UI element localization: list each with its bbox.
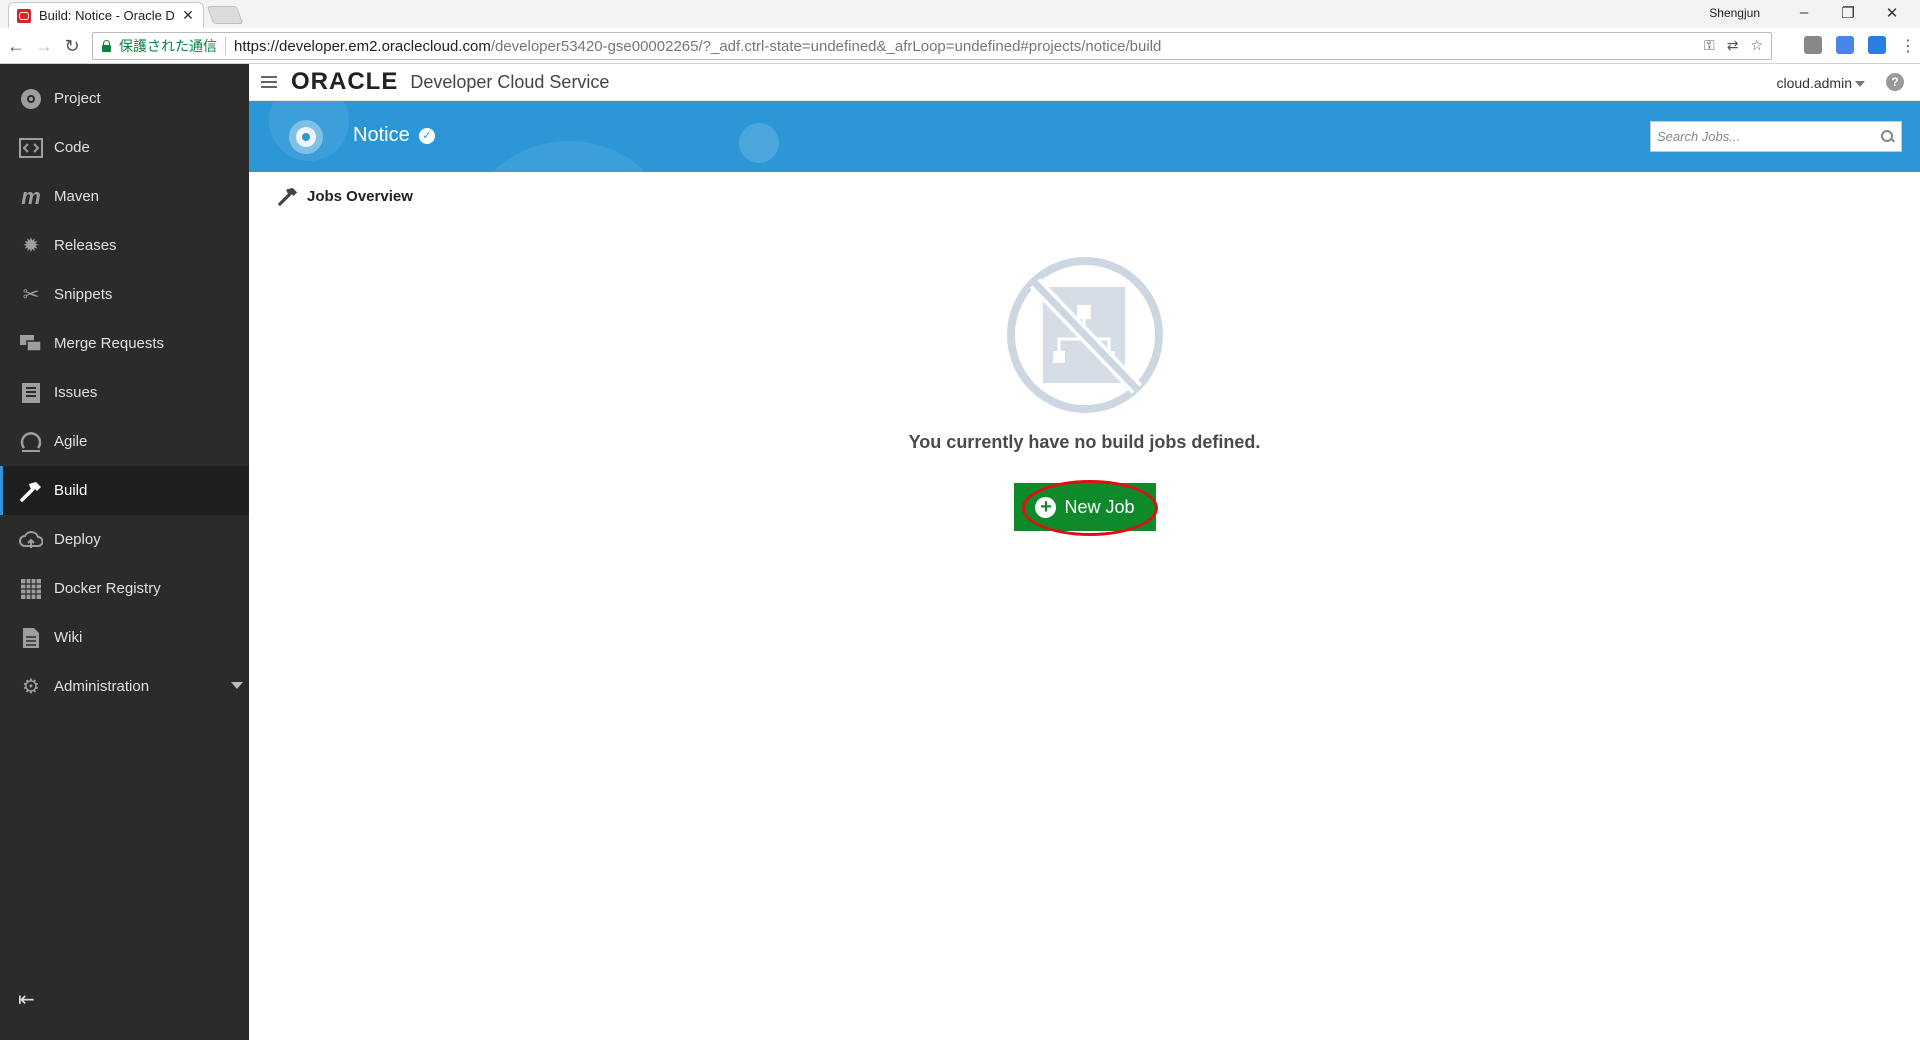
- account-menu[interactable]: cloud.admin: [1777, 75, 1853, 91]
- sidebar-item-deploy[interactable]: Deploy: [0, 515, 249, 564]
- sidebar-item-docker-registry[interactable]: Docker Registry: [0, 564, 249, 613]
- url-host: https://developer.em2.oraclecloud.com: [234, 37, 491, 55]
- wiki-icon: [16, 623, 46, 653]
- app-header: ORACLE Developer Cloud Service cloud.adm…: [249, 64, 1920, 101]
- plus-icon: +: [1035, 496, 1057, 518]
- secure-indicator[interactable]: 保護された通信: [119, 36, 217, 56]
- sidebar-item-releases[interactable]: ✹ Releases: [0, 221, 249, 270]
- search-jobs-box: [1650, 121, 1902, 152]
- extension-blue-icon[interactable]: [1868, 36, 1886, 54]
- merge-requests-icon: [16, 329, 46, 359]
- gear-icon: ⚙: [22, 676, 40, 698]
- sidebar-item-label: Snippets: [54, 286, 113, 303]
- product-name: Developer Cloud Service: [410, 71, 610, 92]
- search-jobs-input[interactable]: [1657, 129, 1881, 144]
- key-icon[interactable]: ⚿: [1704, 37, 1715, 54]
- browser-tab[interactable]: Build: Notice - Oracle D ✕: [8, 2, 204, 28]
- project-icon: [289, 120, 323, 154]
- sidebar-item-project[interactable]: Project: [0, 74, 249, 123]
- sidebar-item-snippets[interactable]: ✂ Snippets: [0, 270, 249, 319]
- minimize-icon[interactable]: –: [1784, 4, 1824, 21]
- translate-icon[interactable]: ⇄: [1727, 37, 1739, 54]
- bookmark-star-icon[interactable]: ☆: [1750, 37, 1763, 54]
- help-icon[interactable]: ?: [1886, 73, 1904, 91]
- url-field[interactable]: 保護された通信 https://developer.em2.oracleclou…: [92, 32, 1772, 60]
- agile-icon: [16, 427, 46, 457]
- extension-icon[interactable]: [1804, 36, 1822, 54]
- sidebar-item-label: Merge Requests: [54, 335, 165, 352]
- new-job-label: New Job: [1064, 496, 1135, 517]
- browser-tab-strip: Build: Notice - Oracle D ✕ Shengjun – ❐ …: [0, 0, 1920, 28]
- sidebar-item-label: Deploy: [54, 531, 101, 548]
- browser-profile-name[interactable]: Shengjun: [1709, 6, 1760, 20]
- project-dropdown-icon[interactable]: ✓: [419, 128, 435, 144]
- sidebar-item-build[interactable]: Build: [0, 466, 249, 515]
- sidebar-item-label: Releases: [54, 237, 117, 254]
- sidebar-item-label: Project: [54, 90, 101, 107]
- restore-icon[interactable]: ❐: [1828, 4, 1868, 22]
- close-window-icon[interactable]: ✕: [1872, 4, 1912, 22]
- close-tab-icon[interactable]: ✕: [181, 7, 195, 24]
- sidebar-item-label: Maven: [54, 188, 100, 205]
- back-icon[interactable]: ←: [6, 36, 26, 56]
- reload-icon[interactable]: ↻: [62, 36, 82, 56]
- sidebar-item-wiki[interactable]: Wiki: [0, 613, 249, 662]
- issues-icon: [16, 378, 46, 408]
- sidebar-item-merge-requests[interactable]: Merge Requests: [0, 319, 249, 368]
- hammer-icon: [278, 187, 298, 206]
- deploy-icon: [16, 525, 46, 555]
- sidebar-item-label: Wiki: [54, 629, 83, 646]
- maven-icon: m: [21, 183, 41, 209]
- banner-decoration: [459, 141, 679, 172]
- lock-icon: [101, 40, 111, 52]
- hammer-icon: [16, 476, 46, 506]
- hamburger-menu-icon[interactable]: [261, 76, 277, 88]
- sidebar-item-label: Issues: [54, 384, 98, 401]
- new-job-button[interactable]: + New Job: [1014, 483, 1156, 531]
- empty-state-message: You currently have no build jobs defined…: [908, 432, 1261, 452]
- snippets-icon: ✂: [22, 284, 40, 306]
- project-icon: [16, 84, 46, 114]
- sidebar-item-agile[interactable]: Agile: [0, 417, 249, 466]
- chevron-down-icon[interactable]: [231, 682, 243, 689]
- translate-extension-icon[interactable]: [1836, 36, 1854, 54]
- logout-icon[interactable]: ⇤: [18, 987, 35, 1012]
- chevron-down-icon[interactable]: [1855, 81, 1865, 87]
- new-tab-button[interactable]: [206, 6, 244, 24]
- address-bar: ← → ↻ 保護された通信 https://developer.em2.orac…: [0, 28, 1920, 64]
- sidebar-item-label: Docker Registry: [54, 580, 161, 597]
- releases-icon: ✹: [22, 235, 40, 257]
- code-icon: [16, 133, 46, 163]
- no-jobs-icon: [1007, 257, 1163, 413]
- search-icon[interactable]: [1881, 129, 1895, 144]
- sidebar-item-code[interactable]: Code: [0, 123, 249, 172]
- tab-title: Build: Notice - Oracle D: [39, 8, 175, 23]
- project-banner: Notice ✓: [249, 101, 1920, 172]
- sidebar-item-label: Administration: [54, 678, 150, 695]
- section-title-label: Jobs Overview: [307, 187, 413, 205]
- sidebar: Project Code m Maven ✹ Releases ✂ Snippe…: [0, 64, 249, 1040]
- sidebar-item-label: Build: [54, 482, 88, 499]
- banner-decoration: [739, 123, 779, 163]
- project-name[interactable]: Notice: [353, 124, 410, 147]
- docker-icon: [16, 574, 46, 604]
- omnibox-separator: [225, 37, 226, 55]
- browser-menu-icon[interactable]: ⋮: [1900, 36, 1916, 56]
- sidebar-item-maven[interactable]: m Maven: [0, 172, 249, 221]
- forward-icon[interactable]: →: [34, 36, 54, 56]
- url-path: /developer53420-gse00002265/?_adf.ctrl-s…: [490, 37, 1162, 55]
- sidebar-item-label: Agile: [54, 433, 88, 450]
- sidebar-item-issues[interactable]: Issues: [0, 368, 249, 417]
- jobs-overview-title: Jobs Overview: [277, 186, 413, 206]
- sidebar-item-label: Code: [54, 139, 90, 156]
- oracle-favicon-icon: [17, 8, 31, 23]
- sidebar-item-administration[interactable]: ⚙ Administration: [0, 662, 249, 711]
- oracle-logo[interactable]: ORACLE: [291, 68, 398, 96]
